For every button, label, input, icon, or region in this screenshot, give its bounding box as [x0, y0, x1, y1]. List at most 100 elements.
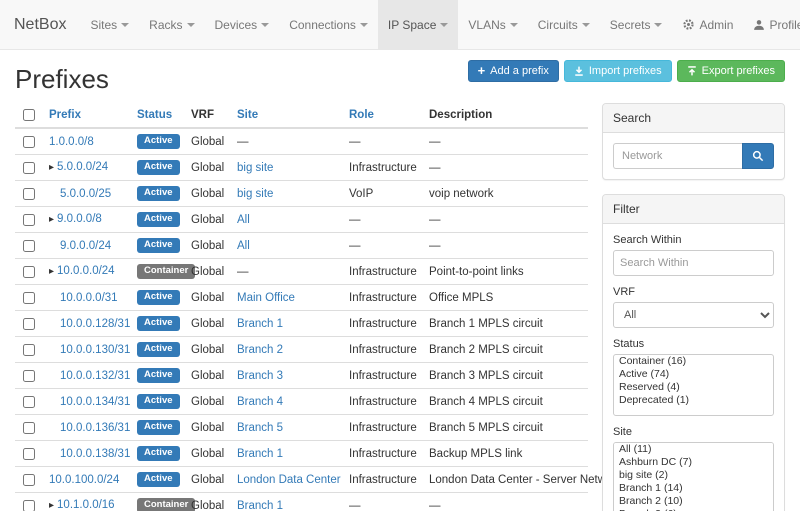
status-multiselect[interactable]: Container (16)Active (74)Reserved (4)Dep…: [613, 354, 774, 416]
filter-option[interactable]: All (11): [614, 443, 773, 456]
page-actions: + Add a prefix Import prefixes Export pr…: [468, 60, 785, 82]
status-cell: Active: [129, 389, 183, 415]
add-prefix-button[interactable]: + Add a prefix: [468, 60, 559, 82]
vrf-cell: Global: [183, 155, 229, 181]
row-checkbox[interactable]: [23, 266, 35, 278]
site-link[interactable]: Branch 1: [237, 318, 283, 330]
prefix-link[interactable]: 10.0.0.136/31: [60, 422, 130, 434]
expand-icon[interactable]: ▸: [49, 162, 54, 173]
row-checkbox[interactable]: [23, 188, 35, 200]
filter-option[interactable]: Ashburn DC (7): [614, 456, 773, 469]
expand-icon[interactable]: ▸: [49, 214, 54, 225]
status-badge: Active: [137, 446, 180, 461]
site-link[interactable]: Main Office: [237, 292, 295, 304]
search-input[interactable]: [613, 143, 742, 169]
site-link[interactable]: All: [237, 240, 250, 252]
filter-option[interactable]: Branch 2 (10): [614, 495, 773, 508]
row-checkbox[interactable]: [23, 318, 35, 330]
site-link[interactable]: All: [237, 214, 250, 226]
prefix-link[interactable]: 10.0.0.130/31: [60, 344, 130, 356]
nav-item-connections[interactable]: Connections: [279, 0, 378, 49]
status-cell: Active: [129, 337, 183, 363]
row-checkbox[interactable]: [23, 474, 35, 486]
row-checkbox[interactable]: [23, 370, 35, 382]
row-checkbox[interactable]: [23, 344, 35, 356]
row-checkbox[interactable]: [23, 500, 35, 511]
nav-item-racks[interactable]: Racks: [139, 0, 204, 49]
prefix-link[interactable]: 1.0.0.0/8: [49, 136, 94, 148]
expand-icon[interactable]: ▸: [49, 266, 54, 277]
column-header-site[interactable]: Site: [229, 103, 341, 128]
prefix-link[interactable]: 10.0.0.134/31: [60, 396, 130, 408]
prefix-link[interactable]: 10.0.100.0/24: [49, 474, 119, 486]
row-checkbox[interactable]: [23, 292, 35, 304]
site-link[interactable]: Branch 1: [237, 448, 283, 460]
select-all-checkbox[interactable]: [23, 109, 35, 121]
site-multiselect[interactable]: All (11)Ashburn DC (7)big site (2)Branch…: [613, 442, 774, 511]
site-link[interactable]: big site: [237, 188, 273, 200]
role-cell: —: [341, 493, 421, 511]
prefix-link[interactable]: 10.0.0.0/24: [57, 265, 115, 277]
prefix-link[interactable]: 10.1.0.0/16: [57, 499, 115, 511]
nav-item-sites[interactable]: Sites: [80, 0, 139, 49]
nav-item-profile[interactable]: Profile: [743, 0, 800, 49]
expand-icon[interactable]: ▸: [49, 500, 54, 511]
filter-option[interactable]: Active (74): [614, 368, 773, 381]
role-cell: VoIP: [341, 181, 421, 207]
row-checkbox[interactable]: [23, 422, 35, 434]
search-within-input[interactable]: [613, 250, 774, 276]
vrf-cell: Global: [183, 128, 229, 155]
row-checkbox[interactable]: [23, 136, 35, 148]
row-checkbox[interactable]: [23, 448, 35, 460]
filter-option[interactable]: big site (2): [614, 469, 773, 482]
search-button[interactable]: [742, 143, 774, 169]
site-link[interactable]: Branch 3: [237, 370, 283, 382]
prefix-link[interactable]: 5.0.0.0/24: [57, 161, 108, 173]
site-link[interactable]: Branch 1: [237, 500, 283, 511]
nav-item-vlans[interactable]: VLANs: [458, 0, 527, 49]
row-checkbox[interactable]: [23, 396, 35, 408]
column-header-prefix[interactable]: Prefix: [41, 103, 129, 128]
vrf-cell: Global: [183, 441, 229, 467]
filter-option[interactable]: Reserved (4): [614, 381, 773, 394]
prefix-link[interactable]: 10.0.0.132/31: [60, 370, 130, 382]
column-header-status[interactable]: Status: [129, 103, 183, 128]
row-checkbox[interactable]: [23, 214, 35, 226]
vrf-select[interactable]: All: [613, 302, 774, 328]
import-prefixes-button[interactable]: Import prefixes: [564, 60, 672, 82]
prefix-link[interactable]: 9.0.0.0/24: [60, 240, 111, 252]
export-prefixes-button[interactable]: Export prefixes: [677, 60, 785, 82]
prefix-link[interactable]: 10.0.0.128/31: [60, 318, 130, 330]
site-link[interactable]: Branch 4: [237, 396, 283, 408]
status-badge: Active: [137, 316, 180, 331]
prefix-link[interactable]: 5.0.0.0/25: [60, 188, 111, 200]
brand[interactable]: NetBox: [0, 0, 80, 49]
filter-option[interactable]: Deprecated (1): [614, 394, 773, 407]
prefix-cell: ▸10.0.0.0/24: [41, 259, 129, 285]
row-select-cell: [15, 207, 41, 233]
prefix-cell: ▸10.1.0.0/16: [41, 493, 129, 511]
nav-item-circuits[interactable]: Circuits: [528, 0, 600, 49]
filter-option[interactable]: Container (16): [614, 355, 773, 368]
filter-option[interactable]: Branch 1 (14): [614, 482, 773, 495]
nav-item-devices[interactable]: Devices: [205, 0, 280, 49]
site-link[interactable]: Branch 2: [237, 344, 283, 356]
prefix-link[interactable]: 10.0.0.138/31: [60, 448, 130, 460]
row-checkbox[interactable]: [23, 162, 35, 174]
column-header-role[interactable]: Role: [341, 103, 421, 128]
prefix-link[interactable]: 10.0.0.0/31: [60, 292, 118, 304]
table-row: ▸9.0.0.0/8ActiveGlobalAll——: [15, 207, 588, 233]
site-link[interactable]: big site: [237, 162, 273, 174]
description-cell: Backup MPLS link: [421, 441, 588, 467]
site-cell: Main Office: [229, 285, 341, 311]
site-cell: —: [229, 259, 341, 285]
status-badge: Container: [137, 264, 195, 279]
description-cell: Point-to-point links: [421, 259, 588, 285]
site-link[interactable]: Branch 5: [237, 422, 283, 434]
nav-item-admin[interactable]: Admin: [672, 0, 743, 49]
prefix-link[interactable]: 9.0.0.0/8: [57, 213, 102, 225]
site-link[interactable]: London Data Center: [237, 474, 341, 486]
row-checkbox[interactable]: [23, 240, 35, 252]
nav-item-ip-space[interactable]: IP Space: [378, 0, 458, 49]
nav-item-secrets[interactable]: Secrets: [600, 0, 673, 49]
